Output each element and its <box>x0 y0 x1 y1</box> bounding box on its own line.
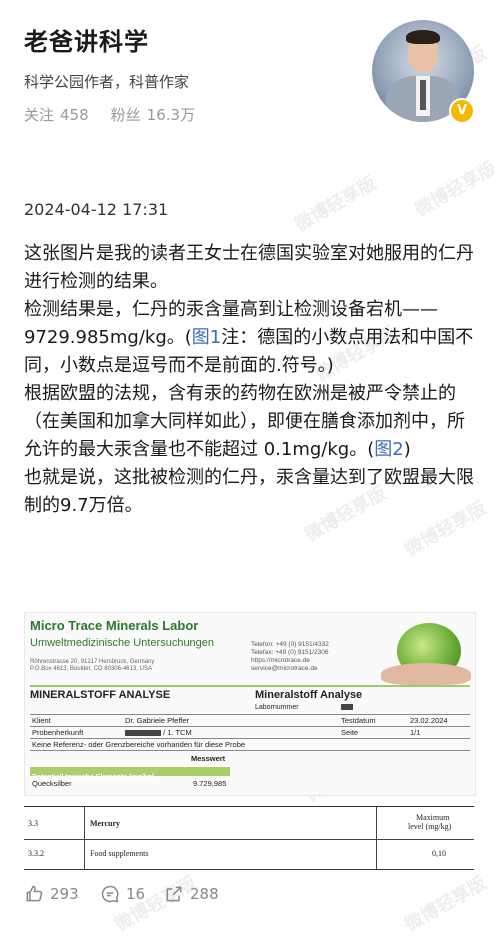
followers-count: 16.3万 <box>146 106 196 124</box>
lab-contact: Telefon: +49 (0) 9151/4332 Telefax: +49 … <box>251 641 391 673</box>
divider <box>30 685 470 687</box>
following-stat[interactable]: 关注 458 <box>24 106 89 124</box>
comment-count: 16 <box>126 885 146 903</box>
regulation-table-image[interactable]: 3.3 Mercury Maximum level (mg/kg) 3.3.2 … <box>24 806 474 870</box>
like-button[interactable]: 293 <box>24 884 79 904</box>
thumbs-up-icon <box>26 885 43 902</box>
paragraph-1: 这张图片是我的读者王女士在德国实验室对她服用的仁丹进行检测的结果。 <box>24 243 474 292</box>
lab-address-line-2: P.O.Box 4613, Boulder, CO 80306-4613, US… <box>30 666 152 672</box>
labnummer-label: Labornummer <box>255 704 353 711</box>
seite-value: 1/1 <box>410 728 421 737</box>
klient-value: Dr. Gabriele Pfeffer <box>125 716 190 725</box>
watermark: 微博轻享版 <box>411 157 495 221</box>
lab-address-line-1: Röhrenstrasse 20, 91217 Hersbruck, Germa… <box>30 659 155 665</box>
watermark: 微博轻享版 <box>291 172 380 236</box>
verified-badge-icon: V <box>449 98 475 124</box>
follow-stats: 关注 458 粉丝 16.3万 <box>24 104 195 125</box>
probe-label: Probenherkunft <box>32 728 84 737</box>
post-body: 这张图片是我的读者王女士在德国实验室对她服用的仁丹进行检测的结果。 检测结果是，… <box>24 240 474 520</box>
share-icon <box>166 886 182 902</box>
subsection-number: 3.3.2 <box>28 849 44 858</box>
section-number: 3.3 <box>28 819 38 828</box>
lab-email: service@microtrace.de <box>251 665 318 672</box>
comment-button[interactable]: 16 <box>100 884 145 904</box>
lab-report-image[interactable]: Micro Trace Minerals Labor Umweltmedizin… <box>24 612 476 796</box>
klient-label: Klient <box>32 716 51 725</box>
paragraph-3: 根据欧盟的法规，含有汞的药物在欧洲是被严令禁止的（在美国和加拿大同样如此），即便… <box>24 380 474 464</box>
lab-web: https://microtrace.de <box>251 657 310 664</box>
element-value: 9.729,985 <box>193 779 227 788</box>
lab-name: Micro Trace Minerals Labor <box>30 618 199 633</box>
lab-subtitle: Umweltmedizinische Untersuchungen <box>30 637 215 649</box>
followers-label: 粉丝 <box>110 106 141 124</box>
like-count: 293 <box>50 885 79 903</box>
following-label: 关注 <box>24 106 55 124</box>
reference-note: Keine Referenz- oder Grenzbereiche vorha… <box>32 740 246 749</box>
author-name[interactable]: 老爸讲科学 <box>24 22 195 57</box>
seite-label: Seite <box>341 728 359 737</box>
messwert-header: Messwert <box>191 754 226 763</box>
following-count: 458 <box>60 106 89 124</box>
profile-header: 老爸讲科学 科学公园作者，科普作家 关注 458 粉丝 16.3万 <box>24 22 195 125</box>
author-bio: 科学公园作者，科普作家 <box>24 73 190 91</box>
limit-value: 0,10 <box>432 849 446 858</box>
paragraph-3-text-b: ) <box>403 439 411 460</box>
paragraph-2: 检测结果是，仁丹的汞含量高到让检测设备宕机——9729.985mg/kg。(图1… <box>24 296 474 380</box>
paragraph-4: 也就是说，这批被检测的仁丹，汞含量达到了欧盟最大限制的9.7万倍。 <box>24 467 474 516</box>
hands-logo-icon <box>381 663 471 685</box>
max-level-header: Maximum level (mg/kg) <box>408 813 452 831</box>
lab-tel: Telefon: +49 (0) 9151/4332 <box>251 641 329 648</box>
category-name: Mercury <box>90 819 121 828</box>
report-title-right: Mineralstoff Analyse <box>255 689 363 701</box>
repost-button[interactable]: 288 <box>164 884 219 904</box>
testdatum-label: Testdatum <box>341 716 376 725</box>
comment-icon <box>101 885 119 903</box>
report-title-left: MINERALSTOFF ANALYSE <box>30 689 171 701</box>
testdatum-value: 23.02.2024 <box>410 716 448 725</box>
probe-value: / 1. TCM <box>125 728 192 737</box>
lab-address: Röhrenstrasse 20, 91217 Hersbruck, Germa… <box>30 659 230 673</box>
post-datetime: 2024-04-12 17:31 <box>24 200 169 219</box>
figure-1-link[interactable]: 图1 <box>192 327 221 348</box>
followers-stat[interactable]: 粉丝 16.3万 <box>111 106 195 124</box>
toxic-elements-header: Potentiell toxische Elemente (mg/kg) <box>30 767 230 781</box>
element-name: Quecksilber <box>32 779 72 788</box>
lab-fax: Telefax: +49 (0) 9151/2306 <box>251 649 329 656</box>
item-name: Food supplements <box>90 849 149 858</box>
repost-count: 288 <box>190 885 219 903</box>
figure-2-link[interactable]: 图2 <box>374 439 403 460</box>
